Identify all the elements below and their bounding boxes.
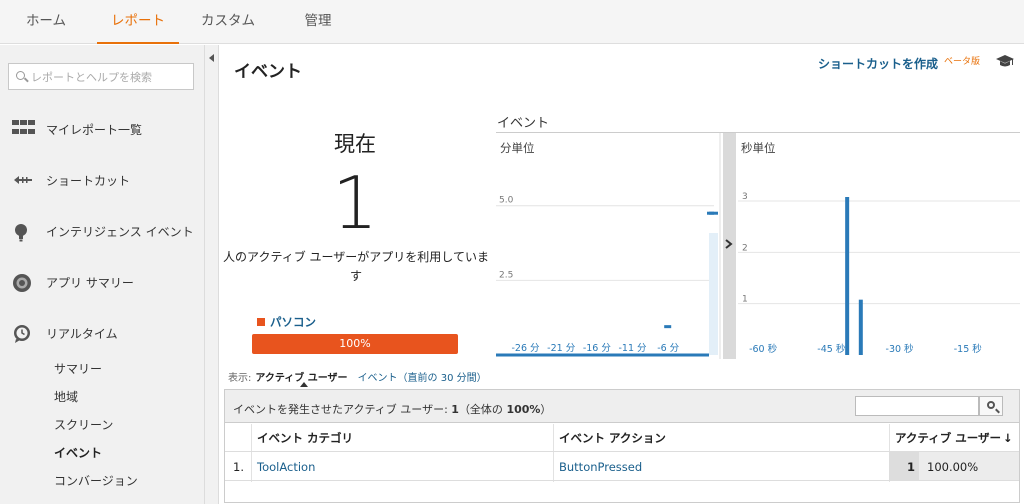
- x-tick-label: -11 分: [619, 343, 648, 354]
- report-search-input[interactable]: [31, 68, 191, 86]
- search-icon: [987, 401, 995, 409]
- search-icon: [16, 71, 25, 80]
- table-summary-bar: イベントを発生させたアクティブ ユーザー: 1（全体の 100%）: [225, 390, 1019, 423]
- now-label: 現在: [334, 132, 376, 156]
- sidebar-collapse-toggle[interactable]: [204, 45, 219, 504]
- x-tick-label: -45 秒: [817, 343, 846, 355]
- data-bar: [664, 325, 672, 329]
- page-title: イベント: [234, 62, 302, 82]
- x-tick-label: -6 分: [657, 343, 679, 354]
- active-users-percent: 100.00%: [927, 460, 979, 474]
- sidebar-item-realtime[interactable]: リアルタイム: [0, 318, 204, 348]
- column-header-active-users[interactable]: アクティブ ユーザー ↓: [895, 430, 1013, 446]
- tab-reports[interactable]: レポート: [97, 0, 179, 44]
- legend-swatch: [257, 318, 265, 326]
- tab-custom[interactable]: カスタム: [192, 0, 264, 44]
- lightbulb-icon: [12, 222, 32, 242]
- sidebar-item-app-summary[interactable]: アプリ サマリー: [0, 267, 204, 297]
- sidebar-subitem-screens[interactable]: スクリーン: [54, 416, 113, 433]
- data-bar: [858, 299, 863, 355]
- column-header-event-category[interactable]: イベント カテゴリ: [257, 430, 353, 446]
- minute-chart-subtitle: 分単位: [500, 141, 535, 155]
- view-option-events[interactable]: イベント（直前の 30 分間）: [358, 373, 487, 384]
- sidebar-item-label: リアルタイム: [46, 327, 118, 341]
- table-row: 1. ToolAction ButtonPressed 1 100.00%: [225, 451, 1019, 481]
- top-navigation: ホーム レポート カスタム 管理: [0, 0, 1024, 44]
- x-tick-label: -30 秒: [886, 343, 915, 355]
- device-legend: パソコン: [257, 314, 316, 330]
- device-legend-label: パソコン: [270, 315, 316, 329]
- sidebar-item-my-reports[interactable]: マイレポート一覧: [0, 114, 204, 144]
- view-label: 表示:: [228, 373, 252, 384]
- row-index: 1.: [233, 460, 244, 474]
- events-table: イベントを発生させたアクティブ ユーザー: 1（全体の 100%） イベント カ…: [224, 389, 1020, 503]
- create-shortcut-link[interactable]: ショートカットを作成: [818, 55, 938, 72]
- device-share-bar: 100%: [252, 334, 458, 354]
- sidebar-subitem-conversions[interactable]: コンバージョン: [54, 472, 138, 489]
- tab-home[interactable]: ホーム: [10, 0, 82, 44]
- active-users-description: 人のアクティブ ユーザーがアプリを利用しています: [223, 250, 489, 283]
- y-tick-label: 3: [742, 192, 748, 202]
- events-chart: 分単位 2.5 5.0 -26 分 -21 分 -16 分 -11 分 -6 分 秒単位 1 2 3 -…: [496, 133, 1020, 359]
- circle-target-icon: [12, 273, 32, 292]
- graduation-cap-icon[interactable]: [996, 53, 1014, 67]
- x-tick-label: -15 秒: [954, 343, 983, 355]
- sidebar-item-intelligence-events[interactable]: インテリジェンス イベント: [0, 216, 204, 246]
- sort-arrow-down-icon: ↓: [1003, 431, 1013, 445]
- y-tick-label: 2.5: [499, 270, 513, 280]
- clock-bubble-icon: [12, 324, 32, 343]
- active-users-count: 1: [332, 161, 378, 245]
- column-header-event-action[interactable]: イベント アクション: [559, 430, 666, 446]
- chevron-left-icon: [209, 54, 214, 62]
- y-tick-label: 1: [742, 295, 748, 305]
- view-selector: 表示: アクティブ ユーザー イベント（直前の 30 分間）: [228, 369, 487, 384]
- second-chart-subtitle: 秒単位: [741, 141, 776, 155]
- chart-title: イベント: [497, 116, 550, 131]
- x-tick-label: -21 分: [547, 343, 576, 354]
- shortcut-arrow-icon: [12, 171, 32, 189]
- sidebar-item-shortcuts[interactable]: ショートカット: [0, 165, 204, 195]
- x-tick-label: -16 分: [583, 343, 612, 354]
- report-search-box[interactable]: [8, 63, 194, 90]
- sidebar-item-label: アプリ サマリー: [46, 276, 134, 290]
- event-action-link[interactable]: ButtonPressed: [559, 460, 642, 474]
- grid-icon: [12, 120, 35, 138]
- event-category-link[interactable]: ToolAction: [257, 460, 315, 474]
- column-header-label: アクティブ ユーザー: [895, 431, 1002, 445]
- table-filter-button[interactable]: [979, 396, 1003, 416]
- x-tick-label: -60 秒: [749, 343, 778, 355]
- sidebar-item-label: ショートカット: [46, 174, 131, 188]
- y-tick-label: 2: [742, 243, 748, 253]
- data-bar: [709, 211, 718, 215]
- sidebar-subitem-region[interactable]: 地域: [54, 388, 78, 405]
- active-users-value: 1: [906, 460, 915, 474]
- table-summary: イベントを発生させたアクティブ ユーザー: 1（全体の 100%）: [233, 403, 552, 416]
- sidebar-subitem-summary[interactable]: サマリー: [54, 360, 102, 377]
- beta-badge: ベータ版: [944, 57, 981, 67]
- y-tick-label: 5.0: [499, 196, 514, 206]
- selected-view-caret-icon: [300, 382, 308, 387]
- tab-admin[interactable]: 管理: [282, 0, 354, 44]
- data-bar: [845, 197, 850, 355]
- sidebar-item-label: インテリジェンス イベント: [46, 225, 194, 239]
- x-tick-label: -26 分: [512, 343, 541, 354]
- table-filter-input[interactable]: [855, 396, 979, 416]
- current-minute-highlight: [709, 233, 718, 355]
- sidebar-item-label: マイレポート一覧: [46, 123, 143, 137]
- sidebar-subitem-events[interactable]: イベント: [54, 444, 102, 461]
